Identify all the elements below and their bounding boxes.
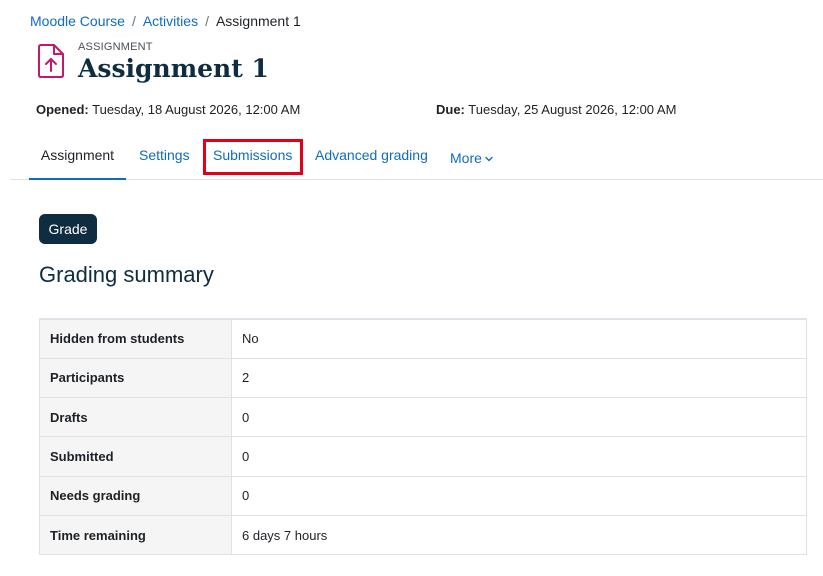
row-label: Needs grading bbox=[39, 475, 232, 516]
row-value: 6 days 7 hours bbox=[231, 514, 807, 556]
row-value: No bbox=[231, 317, 807, 359]
due-date: Due: Tuesday, 25 August 2026, 12:00 AM bbox=[436, 102, 676, 117]
breadcrumb-separator: / bbox=[205, 13, 209, 29]
row-value: 2 bbox=[231, 357, 807, 399]
row-value: 0 bbox=[231, 436, 807, 477]
due-value: Tuesday, 25 August 2026, 12:00 AM bbox=[468, 102, 677, 117]
assignment-upload-icon bbox=[37, 43, 65, 79]
breadcrumb-link-course[interactable]: Moodle Course bbox=[30, 13, 125, 29]
row-label: Participants bbox=[39, 357, 232, 399]
table-row: Drafts 0 bbox=[39, 397, 807, 438]
breadcrumb-link-activities[interactable]: Activities bbox=[143, 13, 198, 29]
grade-button[interactable]: Grade bbox=[39, 214, 97, 244]
tab-more-label: More bbox=[450, 150, 482, 166]
chevron-down-icon bbox=[485, 156, 493, 161]
breadcrumb-separator: / bbox=[131, 13, 136, 29]
table-row: Submitted 0 bbox=[39, 436, 807, 477]
table-row: Time remaining 6 days 7 hours bbox=[39, 514, 807, 556]
opened-value: Tuesday, 18 August 2026, 12:00 AM bbox=[92, 102, 301, 117]
page-title: Assignment 1 bbox=[78, 54, 269, 83]
row-value: 0 bbox=[231, 397, 807, 438]
tab-submissions[interactable]: Submissions bbox=[213, 136, 292, 180]
row-label: Submitted bbox=[39, 436, 232, 477]
grading-summary-table: Hidden from students No Participants 2 D… bbox=[39, 317, 807, 556]
tab-advanced-grading[interactable]: Advanced grading bbox=[315, 136, 428, 180]
table-row: Needs grading 0 bbox=[39, 475, 807, 516]
row-label: Time remaining bbox=[39, 514, 232, 556]
secondary-navigation: Assignment Settings Submissions Advanced… bbox=[10, 136, 823, 180]
activity-type-label: ASSIGNMENT bbox=[78, 41, 153, 53]
opened-date: Opened: Tuesday, 18 August 2026, 12:00 A… bbox=[36, 102, 300, 117]
breadcrumb: Moodle Course / Activities / Assignment … bbox=[30, 13, 301, 29]
row-value: 0 bbox=[231, 475, 807, 516]
tab-settings[interactable]: Settings bbox=[139, 136, 190, 180]
row-label: Drafts bbox=[39, 397, 232, 438]
row-label: Hidden from students bbox=[39, 317, 232, 359]
tab-assignment[interactable]: Assignment bbox=[29, 136, 126, 180]
opened-label: Opened: bbox=[36, 102, 89, 117]
breadcrumb-current: Assignment 1 bbox=[215, 13, 301, 29]
tab-more[interactable]: More bbox=[450, 136, 493, 180]
table-row: Hidden from students No bbox=[39, 317, 807, 359]
table-row: Participants 2 bbox=[39, 357, 807, 399]
due-label: Due: bbox=[436, 102, 465, 117]
grading-summary-heading: Grading summary bbox=[39, 262, 214, 287]
